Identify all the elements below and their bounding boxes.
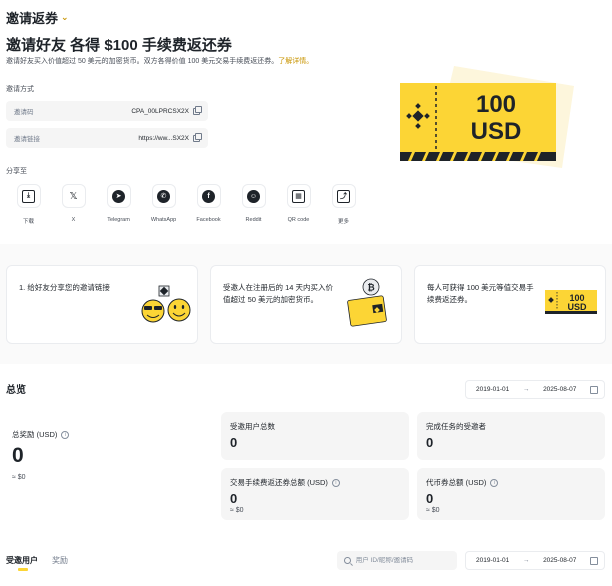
info-icon[interactable]: i — [331, 478, 340, 487]
facebook-icon: f — [202, 189, 215, 203]
step-card-1: 1. 给好友分享您的邀请链接 — [6, 265, 198, 344]
token-voucher-card: 代币券总额 (USD) i 0 ≈ $0 — [417, 468, 605, 520]
share-more[interactable]: ⤴ 更多 — [321, 184, 366, 225]
arrow-right-icon: → — [522, 386, 530, 393]
download-icon: ⤓ — [22, 189, 35, 203]
hero-subtitle: 邀请好友买入价值超过 50 美元的加密货币。双方各得价值 100 美元交易手续费… — [6, 58, 314, 65]
voucher-currency: USD — [471, 118, 522, 145]
overview-title: 总览 — [6, 385, 26, 396]
svg-text:₿: ₿ — [367, 283, 374, 293]
tab-rewards[interactable]: 奖励 — [52, 555, 68, 566]
share-qr-code[interactable]: ▦ QR code — [276, 184, 321, 225]
step-card-2: 受邀人在注册后的 14 天内买入价值超过 50 美元的加密货币。 ₿ — [210, 265, 402, 344]
info-icon[interactable]: i — [61, 430, 70, 439]
referral-code-field: 邀请码 CPA_00LPRCSX2X — [6, 101, 208, 121]
tab-invited-users[interactable]: 受邀用户 — [6, 555, 38, 571]
whatsapp-icon: ✆ — [157, 189, 170, 203]
page-title[interactable]: 邀请返券 ⌄ — [6, 8, 69, 27]
arrow-right-icon: → — [522, 557, 530, 564]
referral-link-field: 邀请链接 https://ww...SX2X — [6, 128, 208, 148]
hero-title: 邀请好友 各得 $100 手续费返还券 — [6, 37, 232, 54]
total-rewards-label: 总奖励 (USD) i — [12, 429, 70, 440]
total-rewards-usd: ≈ $0 — [12, 474, 26, 481]
voucher-illustration: 100 USD — [400, 66, 574, 168]
completed-invitees-card: 完成任务的受邀者 0 — [417, 412, 605, 460]
invited-users-card: 受邀用户总数 0 — [221, 412, 409, 460]
calendar-icon — [589, 556, 598, 565]
smiley-illustration — [141, 285, 191, 323]
info-icon[interactable]: i — [490, 478, 499, 487]
total-rewards-value: 0 — [12, 444, 24, 467]
share-telegram[interactable]: ➤ Telegram — [96, 184, 141, 225]
svg-text:USD: USD — [567, 302, 587, 312]
search-box — [337, 551, 457, 570]
bottom-tabs: 受邀用户 奖励 — [6, 555, 68, 571]
search-input[interactable] — [355, 557, 450, 564]
share-options: ⤓ 下载 𝕏 X ➤ Telegram ✆ WhatsApp f Faceboo… — [6, 184, 366, 225]
calendar-icon — [589, 385, 598, 394]
learn-more-link[interactable]: 了解详情。 — [278, 58, 313, 65]
chevron-down-icon: ⌄ — [61, 12, 69, 22]
share-facebook[interactable]: f Facebook — [186, 184, 231, 225]
wallet-illustration: ₿ — [347, 278, 387, 327]
copy-icon[interactable] — [193, 105, 202, 115]
share-to-label: 分享至 — [6, 168, 27, 175]
invite-method-label: 邀请方式 — [6, 86, 34, 93]
fee-voucher-card: 交易手续费返还券总额 (USD) i 0 ≈ $0 — [221, 468, 409, 520]
mini-voucher-illustration: 100 USD — [545, 290, 597, 314]
voucher-amount: 100 — [476, 91, 516, 118]
share-whatsapp[interactable]: ✆ WhatsApp — [141, 184, 186, 225]
qr-code-icon: ▦ — [292, 189, 305, 203]
share-download[interactable]: ⤓ 下载 — [6, 184, 51, 225]
share-reddit[interactable]: ☺ Reddit — [231, 184, 276, 225]
share-x[interactable]: 𝕏 X — [51, 184, 96, 225]
overview-date-range[interactable]: 2019-01-01 → 2025-08-07 — [465, 380, 605, 399]
more-icon: ⤴ — [337, 189, 350, 203]
reddit-icon: ☺ — [247, 189, 260, 203]
list-date-range[interactable]: 2019-01-01 → 2025-08-07 — [465, 551, 605, 570]
step-card-3: 每人可获得 100 美元等值交易手续费返还券。 100 USD — [414, 265, 606, 344]
telegram-icon: ➤ — [112, 189, 125, 203]
x-icon: 𝕏 — [69, 190, 78, 202]
search-icon — [344, 557, 351, 564]
copy-icon[interactable] — [193, 132, 202, 142]
